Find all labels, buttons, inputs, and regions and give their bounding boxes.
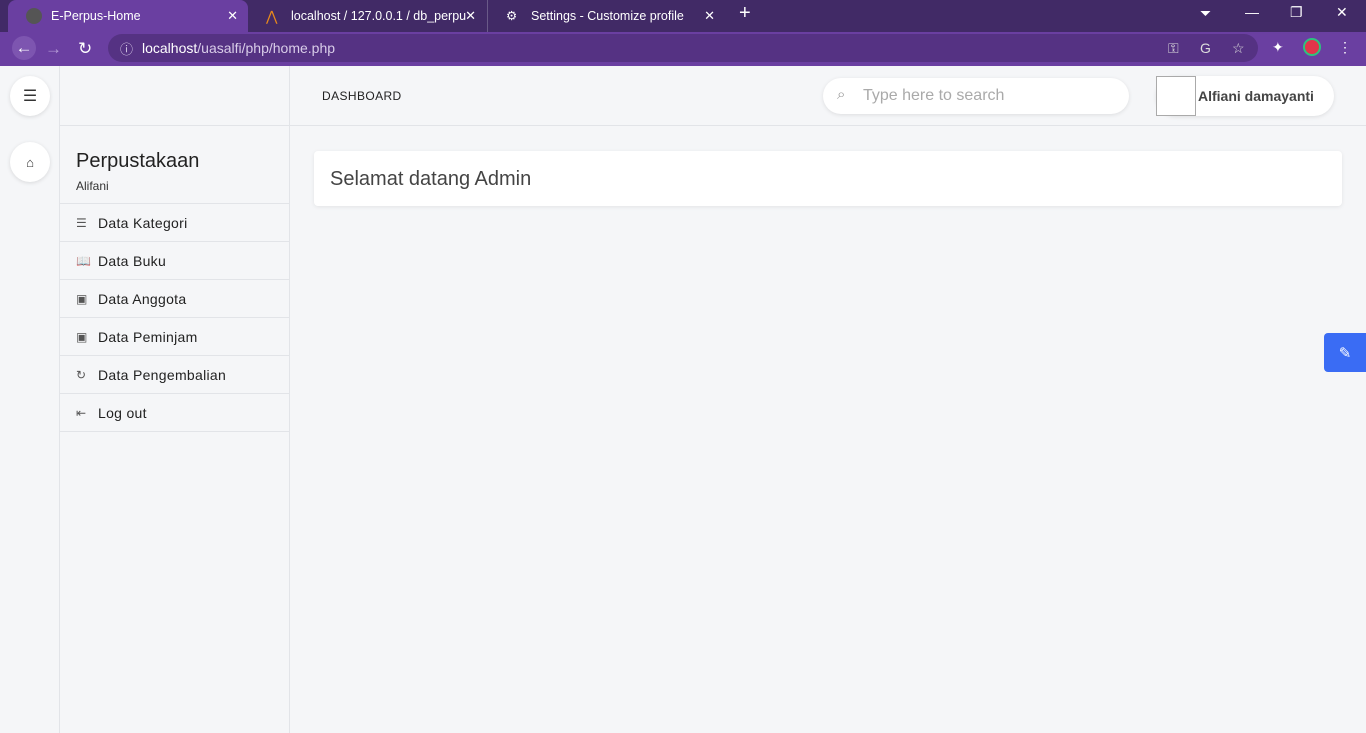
book-icon: 📖 (76, 253, 92, 268)
star-icon[interactable]: ☆ (1232, 40, 1245, 57)
welcome-text: Selamat datang Admin (330, 168, 532, 190)
info-icon: ⓘ (120, 41, 134, 57)
sidebar-item-data-buku[interactable]: 📖 Data Buku (60, 242, 289, 280)
sidebar: Perpustakaan Alifani ☰ Data Kategori 📖 Data… (60, 66, 290, 733)
key-icon[interactable]: ⚿ (1168, 40, 1179, 57)
close-tab-icon[interactable]: ✕ (704, 8, 715, 24)
tab-e-perpus[interactable]: E-Perpus-Home ✕ (8, 0, 248, 32)
tab-title: E-Perpus-Home (51, 9, 141, 23)
restore-button[interactable]: ❐ (1290, 4, 1303, 21)
contact-icon: ▣ (76, 291, 88, 306)
user-menu[interactable]: Alfiani damayanti (1156, 76, 1334, 116)
forward-button[interactable]: → (45, 39, 62, 59)
translate-icon[interactable]: G (1200, 40, 1211, 56)
sidebar-item-logout[interactable]: ⇤ Log out (60, 394, 289, 432)
list-icon: ☰ (76, 215, 88, 230)
tab-search-icon[interactable]: ⏷ (1200, 5, 1211, 22)
avatar (1156, 76, 1196, 116)
minimize-button[interactable]: — (1245, 4, 1259, 20)
sidebar-subtitle: Alifani (76, 179, 109, 193)
back-button[interactable]: ← (12, 36, 36, 60)
close-tab-icon[interactable]: ✕ (465, 8, 476, 24)
tab-settings[interactable]: ⚙ Settings - Customize profile ✕ (487, 0, 725, 32)
reload-button[interactable]: ↻ (78, 39, 92, 59)
refresh-icon: ↻ (76, 367, 87, 382)
profile-avatar[interactable] (1303, 38, 1321, 56)
home-icon: ⌂ (26, 154, 34, 170)
sidebar-item-data-anggota[interactable]: ▣ Data Anggota (60, 280, 289, 318)
close-tab-icon[interactable]: ✕ (227, 8, 238, 24)
breadcrumb[interactable]: DASHBOARD (322, 89, 402, 103)
sidebar-item-data-kategori[interactable]: ☰ Data Kategori (60, 204, 289, 242)
sidebar-item-data-pengembalian[interactable]: ↻ Data Pengembalian (60, 356, 289, 394)
sidebar-title: Perpustakaan (76, 150, 200, 172)
paint-bucket-icon: ✎ (1338, 344, 1352, 362)
top-header: DASHBOARD ⌕ Type here to search Alfiani d… (290, 66, 1366, 126)
search-icon: ⌕ (837, 86, 846, 103)
tab-title: Settings - Customize profile (531, 9, 684, 23)
sidebar-item-data-peminjam[interactable]: ▣ Data Peminjam (60, 318, 289, 356)
extensions-icon[interactable]: ✦ (1272, 39, 1284, 56)
menu-icon[interactable]: ⋮ (1338, 39, 1352, 56)
user-name: Alfiani damayanti (1198, 88, 1314, 104)
globe-icon (26, 8, 42, 24)
tab-title: localhost / 127.0.0.1 / db_perpus (291, 9, 466, 23)
contact-icon: ▣ (76, 329, 88, 344)
home-button[interactable]: ⌂ (10, 142, 50, 182)
customizer-button[interactable]: ✎ (1324, 333, 1366, 372)
logout-icon: ⇤ (76, 405, 87, 420)
new-tab-button[interactable]: + (739, 2, 751, 25)
welcome-card: Selamat datang Admin (314, 151, 1342, 206)
address-bar[interactable]: ⓘ localhost/uasalfi/php/home.php ⚿ G ☆ (108, 34, 1258, 62)
toolbar: ← → ↻ ⓘ localhost/uasalfi/php/home.php ⚿ … (0, 32, 1366, 66)
hamburger-menu-button[interactable]: ☰ (10, 76, 50, 116)
icon-rail: ☰ ⌂ (0, 66, 60, 733)
tab-bar: E-Perpus-Home ✕ ⋀ localhost / 127.0.0.1 / … (0, 0, 1366, 32)
gear-icon: ⚙ (506, 9, 518, 23)
search-input[interactable]: ⌕ Type here to search (823, 78, 1129, 114)
close-window-button[interactable]: ✕ (1336, 4, 1348, 21)
tab-phpmyadmin[interactable]: ⋀ localhost / 127.0.0.1 / db_perpus ✕ (248, 0, 486, 32)
phpmyadmin-icon: ⋀ (266, 8, 278, 24)
